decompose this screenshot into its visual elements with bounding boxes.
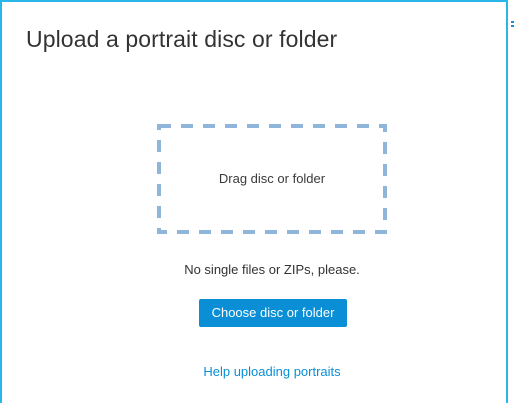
upload-dialog: Upload a portrait disc or folder Drag di… — [0, 0, 508, 403]
drop-zone[interactable]: Drag disc or folder — [157, 124, 387, 234]
dialog-title: Upload a portrait disc or folder — [26, 26, 338, 52]
scroll-indicator — [511, 21, 514, 31]
choose-disc-or-folder-button[interactable]: Choose disc or folder — [199, 299, 347, 327]
upload-restriction-note: No single files or ZIPs, please. — [184, 262, 360, 277]
drop-zone-label: Drag disc or folder — [218, 171, 326, 186]
help-uploading-portraits-link[interactable]: Help uploading portraits — [157, 364, 387, 379]
